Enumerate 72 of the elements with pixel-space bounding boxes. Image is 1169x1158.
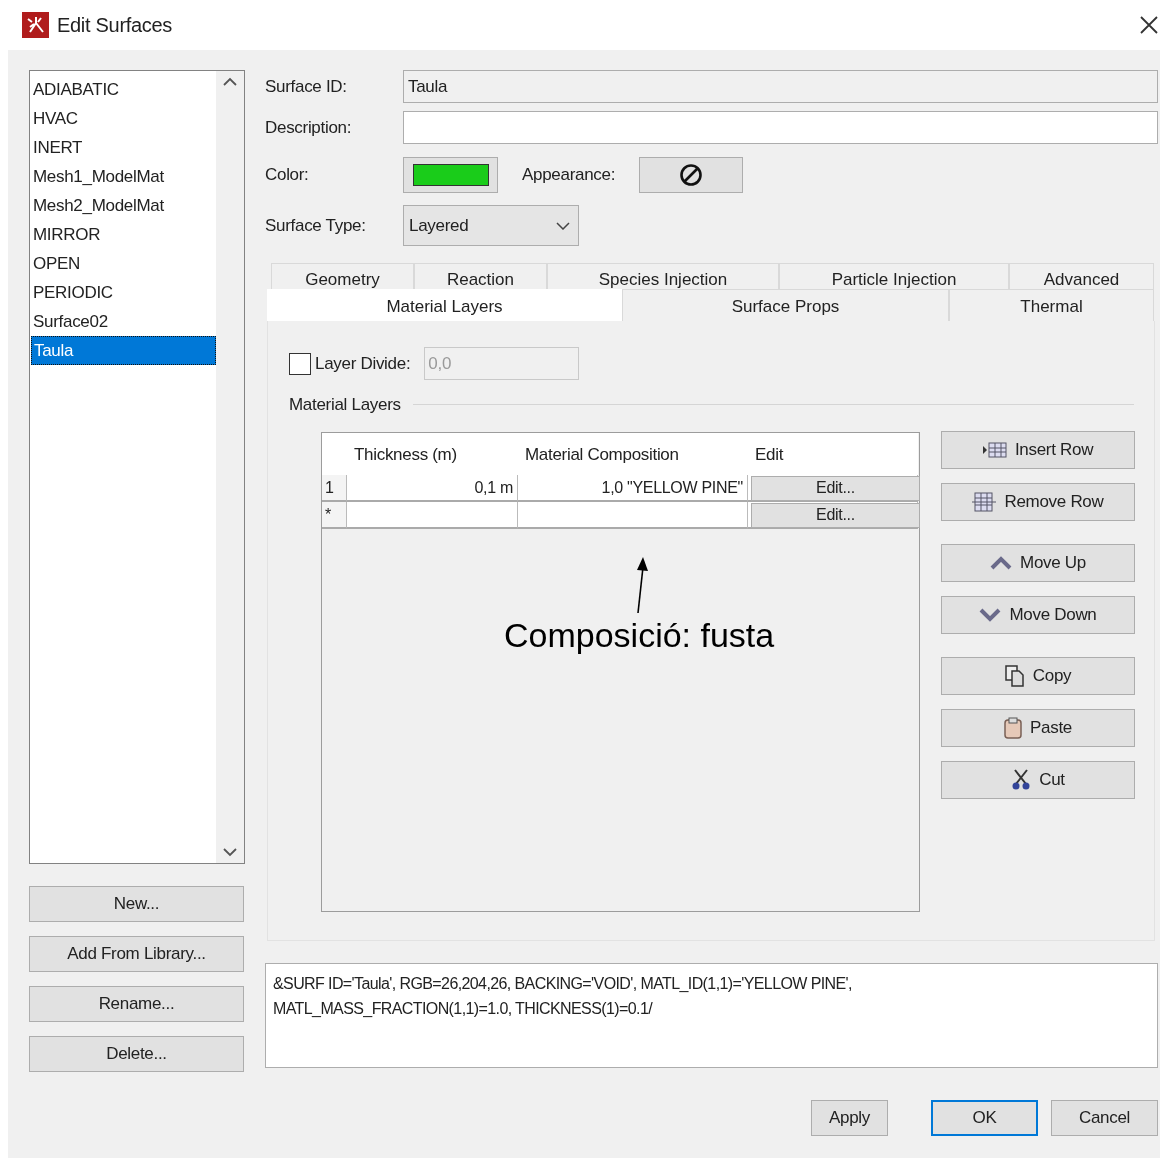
button[interactable]: Move Down bbox=[941, 595, 1135, 634]
table-cell: 0,1 m bbox=[347, 474, 518, 502]
list-item[interactable]: HVAC bbox=[31, 104, 216, 133]
button[interactable]: OK bbox=[931, 1100, 1038, 1136]
row-header: 1 bbox=[322, 474, 347, 502]
tab[interactable]: Geometry bbox=[271, 263, 414, 291]
button[interactable]: Remove Row bbox=[941, 482, 1135, 521]
button[interactable]: New... bbox=[29, 886, 244, 922]
header-cell bbox=[322, 432, 347, 475]
edit-button[interactable]: Edit... bbox=[751, 475, 920, 501]
chevron-down-icon bbox=[979, 607, 1002, 622]
list-item[interactable]: Taula bbox=[31, 336, 216, 365]
checkbox-label: Layer Divide: bbox=[315, 352, 411, 375]
list-item[interactable]: Mesh1_ModelMat bbox=[31, 162, 216, 191]
button[interactable]: Move Up bbox=[941, 543, 1135, 582]
copy-icon bbox=[1004, 664, 1025, 687]
list-item[interactable]: INERT bbox=[31, 133, 216, 162]
clipboard-icon bbox=[1004, 716, 1022, 739]
scroll-down-icon[interactable] bbox=[223, 848, 237, 857]
appearance-button[interactable] bbox=[639, 157, 744, 193]
list-item[interactable]: Mesh2_ModelMat bbox=[31, 191, 216, 220]
edit-button[interactable]: Edit... bbox=[751, 502, 920, 528]
field-label: Surface Type: bbox=[265, 214, 367, 237]
tab[interactable]: Advanced bbox=[1009, 263, 1154, 291]
table-remove-icon bbox=[972, 491, 997, 512]
chevron-down-icon bbox=[556, 221, 570, 230]
field-label: Description: bbox=[265, 116, 353, 139]
scroll-up-icon[interactable] bbox=[223, 77, 237, 86]
button[interactable]: Cancel bbox=[1051, 1100, 1158, 1136]
chevron-up-icon bbox=[990, 555, 1013, 570]
button[interactable]: Copy bbox=[941, 656, 1135, 695]
code-line: MATL_MASS_FRACTION(1,1)=1.0, THICKNESS(1)=0.1/ bbox=[273, 999, 654, 1019]
button[interactable]: Rename... bbox=[29, 986, 244, 1022]
field-label: Color: bbox=[265, 164, 310, 187]
window-title: Edit Surfaces bbox=[57, 13, 173, 38]
button[interactable]: Insert Row bbox=[941, 430, 1135, 469]
button[interactable]: Paste bbox=[941, 708, 1135, 747]
close-icon[interactable] bbox=[1139, 15, 1159, 35]
button[interactable]: Apply bbox=[811, 1100, 888, 1136]
color-button[interactable] bbox=[403, 157, 498, 193]
table-cell: 1,0 "YELLOW PINE" bbox=[518, 474, 748, 502]
row-header: * bbox=[322, 501, 347, 529]
column-header: Edit bbox=[748, 432, 918, 475]
field-label: Appearance: bbox=[522, 164, 616, 187]
tab[interactable]: Material Layers bbox=[267, 289, 622, 321]
list-item[interactable]: PERIODIC bbox=[31, 278, 216, 307]
code-line: &SURF ID='Taula', RGB=26,204,26, BACKING='VOID', MATL_ID(1,1)='YELLOW PINE', bbox=[273, 974, 853, 994]
column-header: Thickness (m) bbox=[347, 432, 518, 475]
button[interactable]: Cut bbox=[941, 760, 1135, 799]
no-symbol-icon bbox=[679, 163, 704, 187]
tab[interactable]: Surface Props bbox=[622, 289, 949, 321]
table-insert-icon bbox=[982, 441, 1007, 458]
tab[interactable]: Thermal bbox=[949, 289, 1154, 321]
description-field[interactable] bbox=[403, 111, 1158, 144]
button[interactable]: Add From Library... bbox=[29, 936, 244, 972]
tab[interactable]: Particle Injection bbox=[779, 263, 1009, 291]
surface-id-field[interactable]: Taula bbox=[403, 70, 1158, 103]
tab[interactable]: Species Injection bbox=[547, 263, 779, 291]
column-header: Material Composition bbox=[518, 432, 748, 475]
list-item[interactable]: MIRROR bbox=[31, 220, 216, 249]
field-label: Surface ID: bbox=[265, 75, 348, 98]
list-item[interactable]: OPEN bbox=[31, 249, 216, 278]
app-logo-icon bbox=[22, 12, 49, 38]
annotation-arrow bbox=[636, 557, 648, 613]
list-item[interactable]: ADIABATIC bbox=[31, 75, 216, 104]
annotation-text: Composició: fusta bbox=[504, 615, 775, 656]
tab[interactable]: Reaction bbox=[414, 263, 547, 291]
button[interactable]: Delete... bbox=[29, 1036, 244, 1072]
list-item[interactable]: Surface02 bbox=[31, 307, 216, 336]
scissors-icon bbox=[1011, 768, 1032, 791]
surface-type-dropdown[interactable]: Layered bbox=[403, 205, 579, 246]
group-label: Material Layers bbox=[289, 394, 401, 416]
